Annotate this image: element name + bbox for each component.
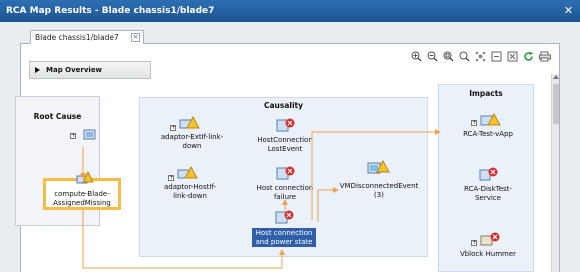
host-error-icon: [274, 118, 296, 134]
zoom-out-icon[interactable]: [426, 50, 439, 62]
tab-label: Blade chassis1/blade7: [35, 33, 119, 42]
expand-plus-icon[interactable]: +: [471, 240, 477, 246]
adaptor-host-label: adaptor-HostIf- link-down: [163, 183, 217, 200]
map-toolbar: [410, 50, 551, 62]
collapse-icon[interactable]: [506, 50, 519, 62]
causality-title: Causality: [263, 101, 304, 110]
host-conn-power-label: Host connection and power state: [252, 228, 316, 247]
tab-blade-chassis[interactable]: Blade chassis1/blade7 ×: [30, 30, 144, 45]
close-tab-icon[interactable]: ×: [131, 33, 140, 42]
layout-icon[interactable]: [474, 50, 487, 62]
expand-icon[interactable]: [490, 50, 503, 62]
vblock-hummer-node[interactable]: + Vblock Hummer: [448, 232, 528, 259]
vm-warning-icon: [366, 159, 390, 176]
window-title: RCA Map Results - Blade chassis1/blade7: [6, 6, 215, 16]
map-overview-toggle[interactable]: Map Overview: [29, 61, 151, 79]
vm-disconnected-label: VMDisconnectedEvent (3): [339, 182, 419, 199]
scroll-up-icon[interactable]: [553, 75, 559, 79]
host-error-icon: [273, 210, 295, 226]
zoom-fit-icon[interactable]: [442, 50, 455, 62]
vblock-error-icon: [479, 232, 501, 248]
server-group-icon: [80, 128, 100, 144]
compute-blade-label: compute-Blade- AssignedMissing: [53, 190, 111, 207]
host-error-icon: [274, 166, 296, 182]
scroll-thumb[interactable]: [553, 84, 559, 124]
rca-disktest-label: RCA-DiskTest- Service: [464, 185, 512, 202]
adaptor-ext-node[interactable]: + adaptor-ExtIf-link- down: [152, 115, 232, 150]
window-titlebar: RCA Map Results - Blade chassis1/blade7 …: [0, 0, 580, 22]
vm-disconnected-node[interactable]: VMDisconnectedEvent (3): [338, 159, 420, 199]
expand-triangle-icon: [35, 67, 40, 73]
refresh-icon[interactable]: [522, 50, 535, 62]
host-conn-lost-label: HostConnection LostEvent: [257, 136, 313, 153]
expand-plus-icon[interactable]: +: [170, 125, 176, 131]
zoom-in-icon[interactable]: [410, 50, 423, 62]
rca-disktest-node[interactable]: RCA-DiskTest- Service: [448, 167, 528, 202]
compute-blade-node[interactable]: compute-Blade- AssignedMissing: [43, 170, 121, 210]
adaptor-host-node[interactable]: + adaptor-HostIf- link-down: [150, 165, 230, 200]
map-overview-label: Map Overview: [46, 66, 103, 74]
adaptor-warning-icon: [178, 115, 200, 131]
tab-strip: Blade chassis1/blade7 ×: [20, 28, 560, 45]
adaptor-ext-label: adaptor-ExtIf-link- down: [160, 133, 224, 150]
expand-plus-icon[interactable]: +: [70, 133, 76, 139]
host-conn-lost-node[interactable]: HostConnection LostEvent: [250, 118, 320, 153]
rca-test-vapp-label: RCA-Test-vApp: [463, 130, 513, 138]
rca-test-vapp-node[interactable]: + RCA-Test-vApp: [448, 112, 528, 139]
impacts-title: Impacts: [469, 89, 503, 98]
close-icon[interactable]: ✕: [563, 5, 574, 16]
root-cause-title: Root Cause: [33, 112, 82, 121]
vertical-scrollbar[interactable]: [551, 74, 559, 272]
blade-warning-icon: [76, 170, 94, 185]
adaptor-warning-icon: [176, 165, 198, 181]
print-icon[interactable]: [538, 50, 551, 62]
zoom-reset-icon[interactable]: [458, 50, 471, 62]
host-conn-failure-node[interactable]: Host connection failure: [250, 166, 320, 201]
host-conn-power-node[interactable]: Host connection and power state: [252, 210, 316, 247]
root-collapsed-node[interactable]: +: [66, 128, 106, 146]
service-error-icon: [477, 167, 499, 183]
vblock-hummer-label: Vblock Hummer: [459, 250, 517, 258]
vapp-warning-icon: [479, 112, 501, 128]
expand-plus-icon[interactable]: +: [471, 120, 477, 126]
expand-plus-icon[interactable]: +: [168, 175, 174, 181]
host-conn-failure-label: Host connection failure: [256, 184, 314, 201]
